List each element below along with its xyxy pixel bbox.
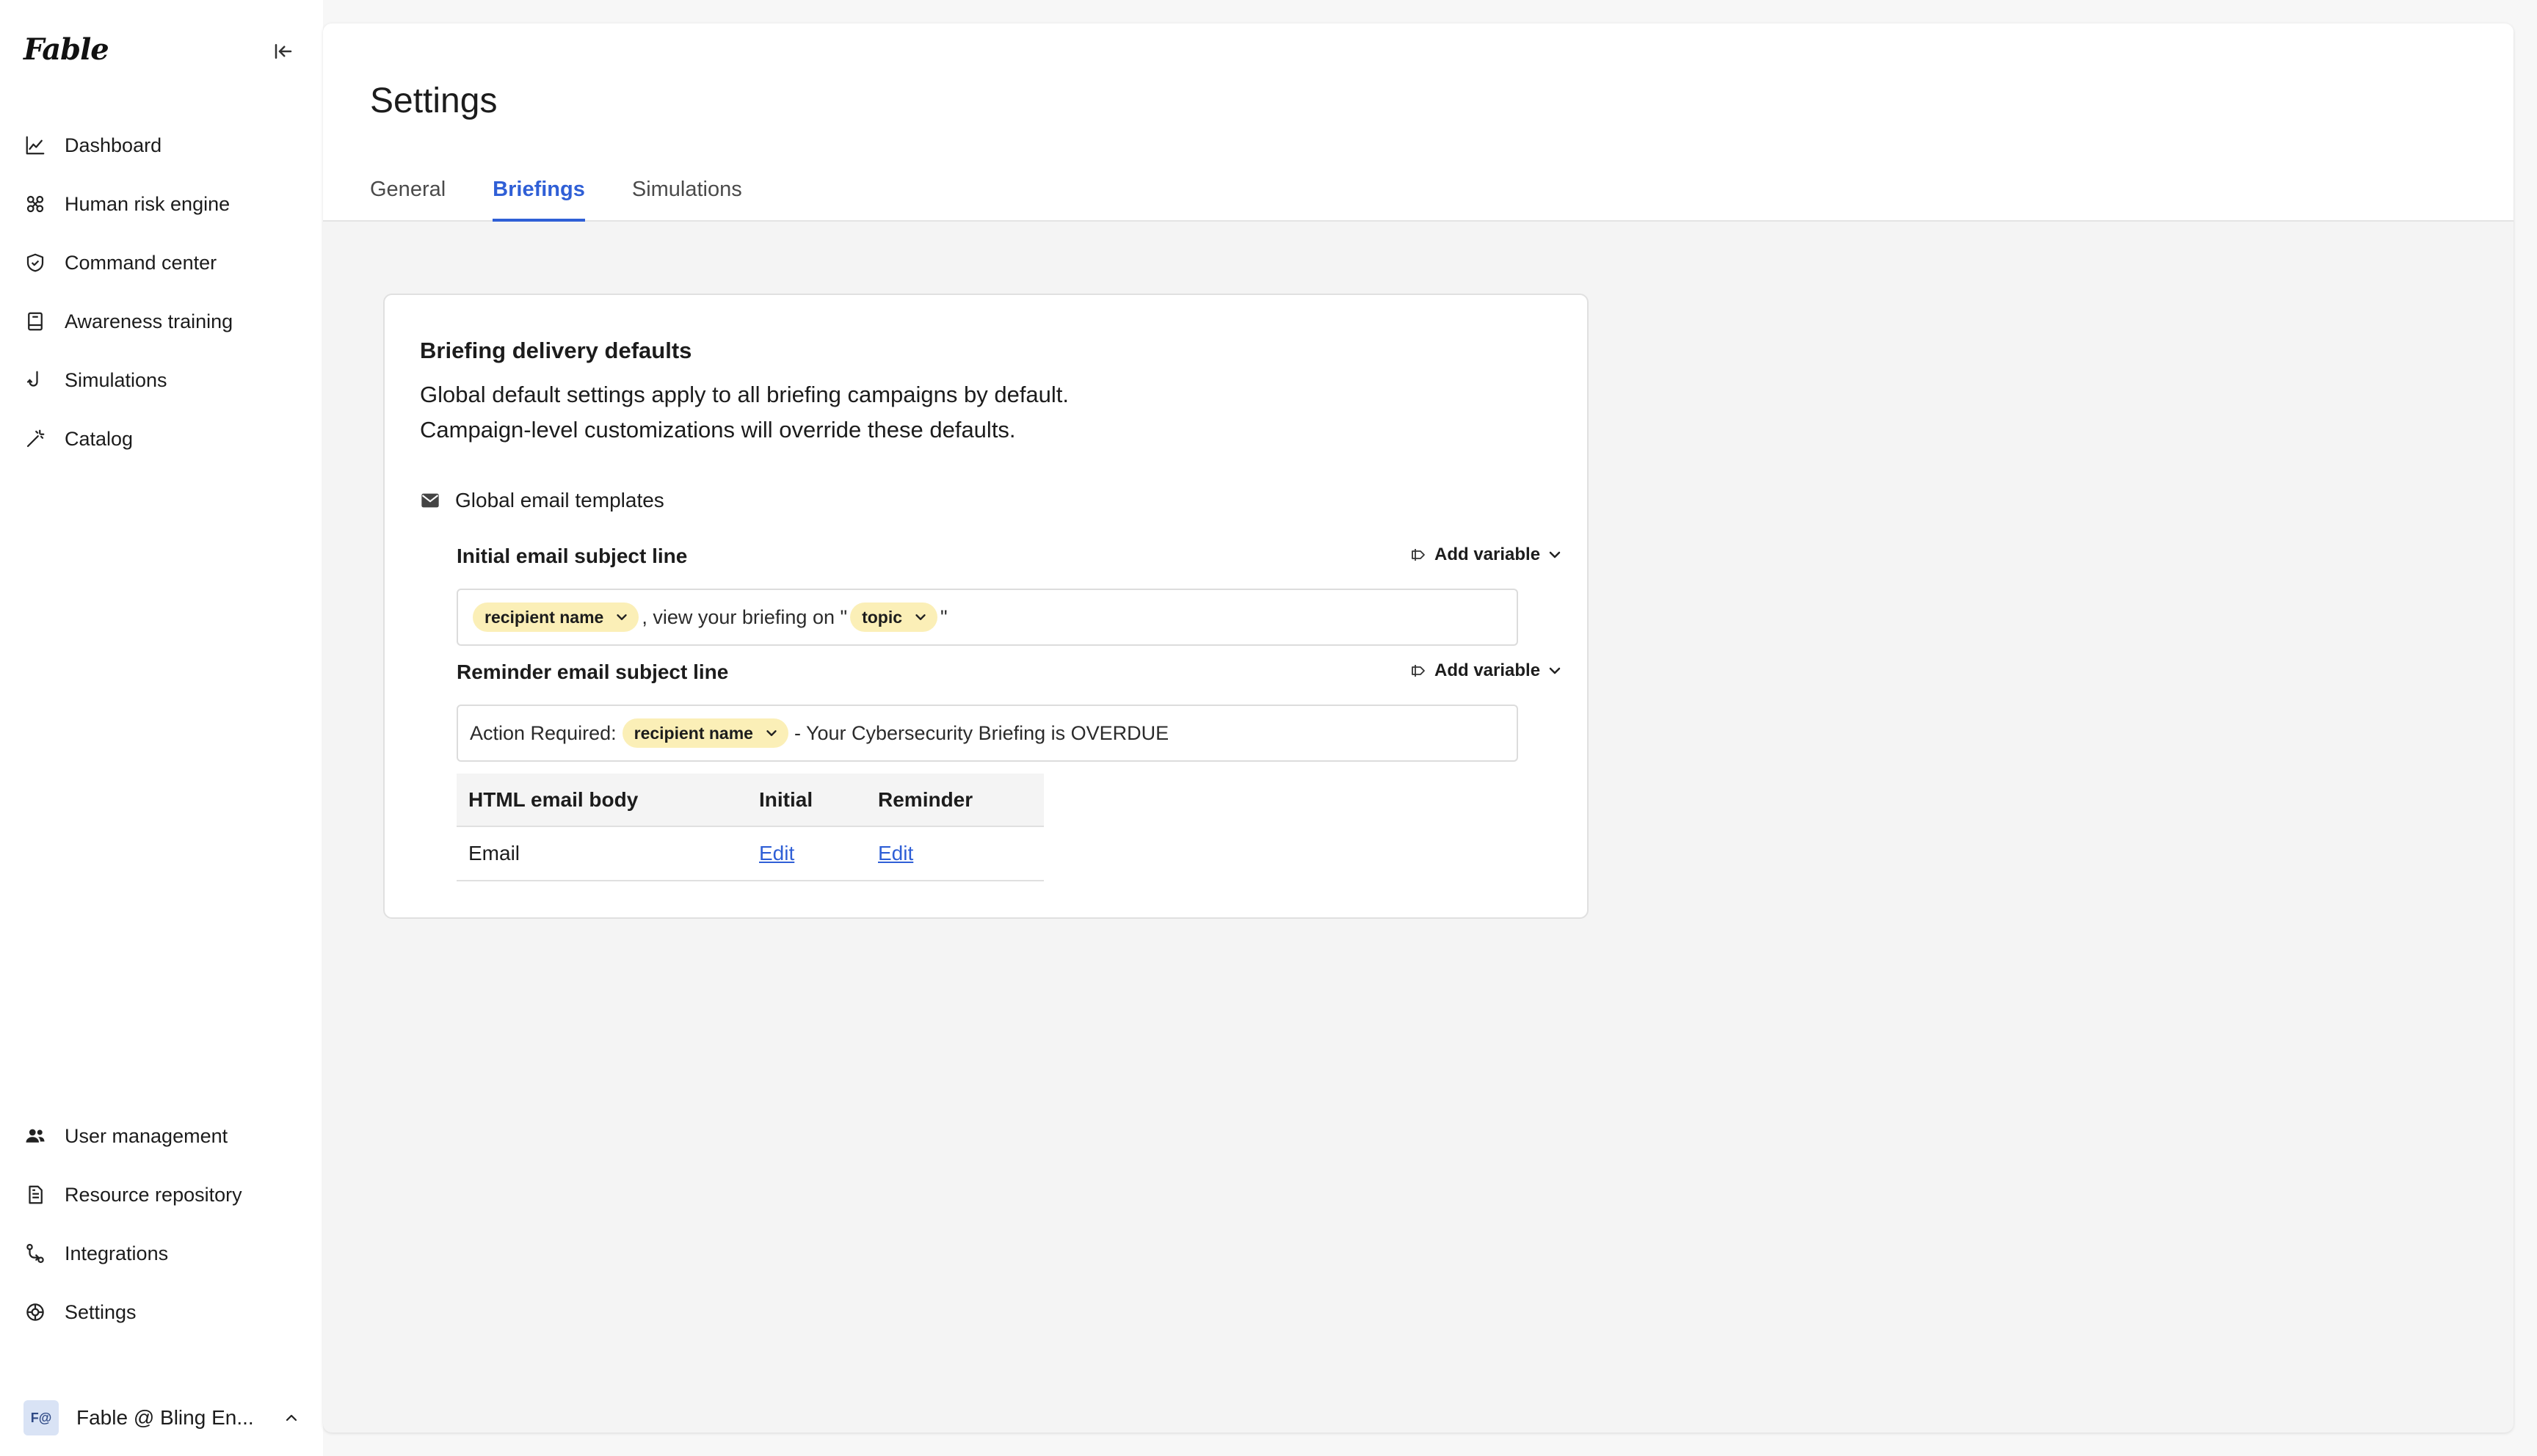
account-name: Fable @ Bling En... — [76, 1406, 254, 1429]
initial-subject-label: Initial email subject line — [457, 545, 688, 567]
subject-text: Action Required: — [470, 721, 617, 744]
subject-text: " — [940, 605, 948, 628]
variable-tag-icon — [1409, 660, 1430, 681]
chevron-down-icon — [763, 724, 781, 742]
gear-icon — [23, 1300, 47, 1324]
email-body-table: HTML email body Initial Reminder Email E… — [457, 774, 1044, 881]
edit-initial-link[interactable]: Edit — [759, 842, 794, 864]
table-row: Email Edit Edit — [457, 826, 1044, 881]
chevron-down-icon — [1546, 661, 1565, 680]
sidebar-item-label: Dashboard — [65, 134, 162, 156]
chart-line-icon — [23, 134, 47, 157]
sidebar-item-simulations[interactable]: Simulations — [0, 351, 323, 410]
initial-subject-input[interactable]: recipient name , view your briefing on "… — [457, 589, 1518, 646]
git-merge-icon — [23, 1242, 47, 1265]
sidebar-item-label: Integrations — [65, 1242, 169, 1264]
section-heading: Global email templates — [420, 489, 664, 512]
chevron-down-icon — [1546, 545, 1565, 564]
briefing-defaults-card: Briefing delivery defaults Global defaul… — [383, 294, 1589, 919]
card-description-line: Campaign-level customizations will overr… — [420, 417, 1016, 443]
card-title: Briefing delivery defaults — [420, 338, 692, 363]
card-description-line: Global default settings apply to all bri… — [420, 382, 1070, 407]
sidebar-item-label: Command center — [65, 251, 217, 274]
column-header: HTML email body — [457, 774, 747, 827]
page-title: Settings — [370, 81, 498, 120]
chip-label: recipient name — [634, 723, 753, 743]
sidebar-item-catalog[interactable]: Catalog — [0, 410, 323, 468]
section-title: Global email templates — [455, 489, 664, 512]
sidebar: Fable Dashboard Human risk engine Comman… — [0, 0, 323, 1456]
reminder-subject-input[interactable]: Action Required: recipient name - Your C… — [457, 705, 1518, 762]
chip-label: topic — [862, 607, 903, 627]
topic-variable-chip[interactable]: topic — [850, 603, 938, 632]
reminder-cell: Edit — [866, 826, 1044, 881]
settings-tabs: General Briefings Simulations — [370, 167, 789, 222]
chevron-down-icon — [912, 608, 930, 626]
avatar: F@ — [23, 1400, 59, 1435]
sidebar-item-dashboard[interactable]: Dashboard — [0, 116, 323, 175]
reminder-subject-label: Reminder email subject line — [457, 660, 729, 683]
subject-text: , view your briefing on " — [642, 605, 848, 628]
sidebar-item-label: Human risk engine — [65, 192, 231, 215]
sidebar-item-command-center[interactable]: Command center — [0, 233, 323, 292]
tab-general[interactable]: General — [370, 167, 446, 222]
sidebar-item-settings[interactable]: Settings — [0, 1283, 323, 1342]
table-header-row: HTML email body Initial Reminder — [457, 774, 1044, 827]
sidebar-item-awareness-training[interactable]: Awareness training — [0, 292, 323, 351]
app-logo[interactable]: Fable — [23, 32, 109, 67]
sidebar-item-label: Awareness training — [65, 310, 233, 332]
account-switcher[interactable]: F@ Fable @ Bling En... — [23, 1399, 302, 1437]
sidebar-item-label: Resource repository — [65, 1183, 242, 1206]
sidebar-item-label: Simulations — [65, 368, 167, 391]
sidebar-item-human-risk-engine[interactable]: Human risk engine — [0, 175, 323, 233]
chip-label: recipient name — [484, 607, 604, 627]
variable-tag-icon — [1409, 545, 1430, 565]
add-variable-label: Add variable — [1434, 660, 1541, 680]
tab-simulations[interactable]: Simulations — [632, 167, 742, 222]
page-header: Settings General Briefings Simulations — [323, 23, 2514, 222]
initial-cell: Edit — [747, 826, 866, 881]
subject-text: - Your Cybersecurity Briefing is OVERDUE — [794, 721, 1169, 744]
molecule-icon — [23, 192, 47, 216]
sidebar-item-label: Settings — [65, 1300, 137, 1323]
fishhook-icon — [23, 368, 47, 392]
document-list-icon — [23, 1183, 47, 1206]
column-header: Initial — [747, 774, 866, 827]
recipient-name-variable-chip[interactable]: recipient name — [473, 603, 639, 632]
sidebar-item-label: Catalog — [65, 427, 134, 450]
sidebar-item-integrations[interactable]: Integrations — [0, 1224, 323, 1283]
chevron-up-icon — [280, 1407, 302, 1429]
envelope-icon — [420, 489, 443, 512]
add-variable-label: Add variable — [1434, 545, 1541, 564]
column-header: Reminder — [866, 774, 1044, 827]
collapse-sidebar-button[interactable] — [269, 37, 298, 66]
sidebar-item-user-management[interactable]: User management — [0, 1107, 323, 1165]
edit-reminder-link[interactable]: Edit — [878, 842, 913, 864]
main-panel: Settings General Briefings Simulations B… — [323, 23, 2514, 1433]
users-icon — [23, 1124, 47, 1148]
collapse-left-icon — [275, 44, 292, 59]
magic-wand-icon — [23, 427, 47, 451]
card-description: Global default settings apply to all bri… — [420, 377, 1069, 448]
row-name: Email — [457, 826, 747, 881]
chevron-down-icon — [614, 608, 631, 626]
tab-briefings[interactable]: Briefings — [493, 167, 585, 222]
main-nav: Dashboard Human risk engine Command cent… — [0, 116, 323, 468]
sidebar-item-resource-repository[interactable]: Resource repository — [0, 1165, 323, 1224]
shield-check-icon — [23, 251, 47, 274]
initial-add-variable-button[interactable]: Add variable — [1409, 545, 1565, 565]
reminder-add-variable-button[interactable]: Add variable — [1409, 660, 1565, 681]
sidebar-item-label: User management — [65, 1124, 228, 1147]
recipient-name-variable-chip[interactable]: recipient name — [622, 718, 788, 748]
secondary-nav: User management Resource repository Inte… — [0, 1107, 323, 1342]
book-icon — [23, 310, 47, 333]
